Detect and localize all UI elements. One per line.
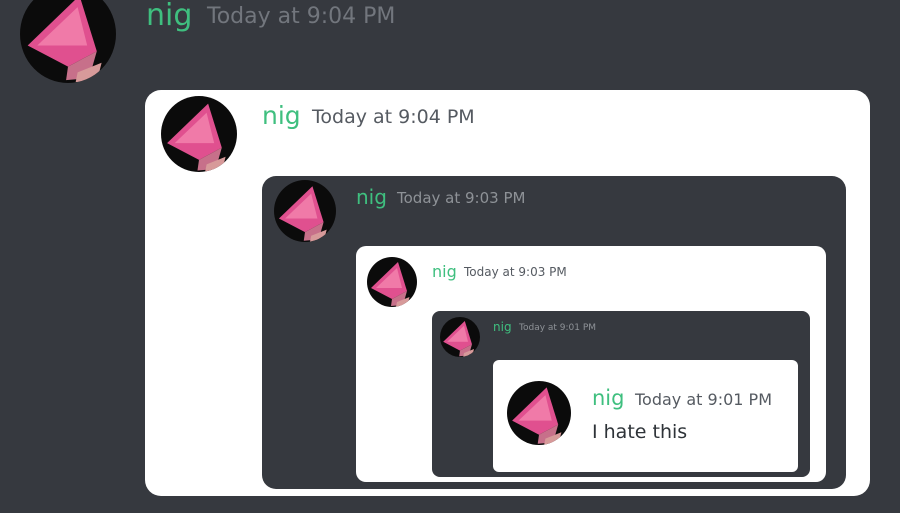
message-author[interactable]: nig [262, 101, 301, 130]
message-author[interactable]: nig [592, 386, 624, 410]
avatar[interactable] [507, 381, 571, 445]
avatar-image [167, 103, 226, 172]
avatar[interactable] [367, 257, 417, 307]
avatar-image [278, 186, 327, 242]
message-timestamp: Today at 9:03 PM [397, 189, 526, 207]
message-text: I hate this [592, 421, 688, 443]
message-author[interactable]: nig [356, 185, 387, 209]
message-author[interactable]: nig [146, 0, 192, 33]
message-timestamp: Today at 9:01 PM [519, 323, 597, 333]
message-timestamp: Today at 9:04 PM [207, 4, 396, 29]
avatar[interactable] [440, 317, 480, 357]
avatar-image [371, 262, 410, 307]
avatar[interactable] [161, 96, 237, 172]
message-timestamp: Today at 9:04 PM [312, 106, 475, 128]
message-author[interactable]: nig [432, 262, 457, 281]
avatar-image [512, 387, 562, 445]
avatar-image [27, 0, 102, 82]
avatar-image [443, 321, 474, 357]
avatar[interactable] [274, 180, 336, 242]
message-timestamp: Today at 9:03 PM [464, 265, 567, 279]
avatar[interactable] [20, 0, 116, 83]
message-author[interactable]: nig [493, 320, 512, 334]
message-timestamp: Today at 9:01 PM [635, 390, 772, 409]
